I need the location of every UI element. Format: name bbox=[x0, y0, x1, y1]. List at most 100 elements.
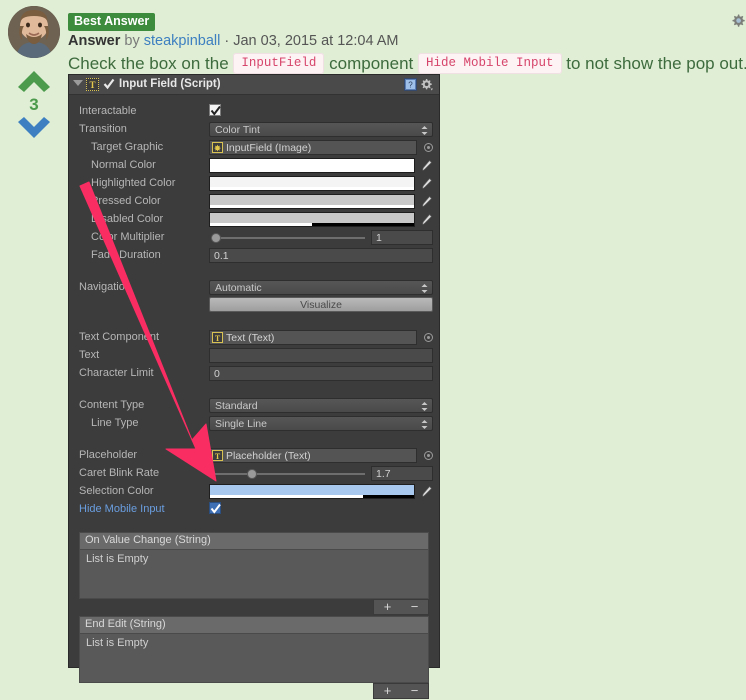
field-text bbox=[209, 348, 433, 362]
character-limit-input[interactable]: 0 bbox=[209, 366, 433, 381]
add-event-button[interactable]: + bbox=[374, 600, 401, 614]
eyedropper-icon[interactable] bbox=[420, 213, 433, 226]
interactable-checkbox[interactable] bbox=[209, 104, 221, 116]
eyedropper-icon[interactable] bbox=[420, 195, 433, 208]
byline-by: by bbox=[120, 33, 143, 49]
label-transition: Transition bbox=[79, 123, 127, 136]
event-list-footer: + − bbox=[79, 599, 429, 616]
pressed-color-swatch[interactable] bbox=[209, 194, 415, 209]
line-type-dropdown[interactable]: Single Line bbox=[209, 416, 433, 431]
gear-icon[interactable] bbox=[420, 78, 434, 91]
text-component-object-field[interactable]: T Text (Text) bbox=[209, 330, 417, 345]
color-multiplier-slider[interactable]: 1 bbox=[209, 230, 433, 245]
caret-blink-rate-value: 1.7 bbox=[376, 468, 391, 481]
highlighted-color-swatch[interactable] bbox=[209, 176, 415, 191]
label-interactable: Interactable bbox=[79, 105, 136, 118]
target-graphic-select-icon[interactable] bbox=[424, 143, 433, 152]
field-line-type: Single Line bbox=[209, 416, 433, 430]
foldout-triangle-icon[interactable] bbox=[73, 80, 83, 86]
fade-duration-value: 0.1 bbox=[214, 250, 229, 263]
slider-handle[interactable] bbox=[247, 469, 257, 479]
vote-column: 3 bbox=[10, 68, 58, 141]
spacer bbox=[69, 389, 439, 396]
answer-body-text: Check the box on the InputField componen… bbox=[68, 53, 746, 74]
visualize-button[interactable]: Visualize bbox=[209, 297, 433, 312]
selection-color-swatch[interactable] bbox=[209, 484, 415, 499]
spacer bbox=[69, 264, 439, 271]
normal-color-swatch[interactable] bbox=[209, 158, 415, 173]
placeholder-select-icon[interactable] bbox=[424, 451, 433, 460]
field-highlighted-color bbox=[209, 176, 433, 190]
field-interactable bbox=[209, 104, 433, 118]
swatch-alpha-bar bbox=[210, 495, 363, 498]
field-selection-color bbox=[209, 484, 433, 498]
author-link[interactable]: steakpinball bbox=[144, 33, 221, 49]
label-text: Text bbox=[79, 349, 99, 362]
placeholder-object-field[interactable]: T Placeholder (Text) bbox=[209, 448, 417, 463]
target-graphic-value: InputField (Image) bbox=[226, 142, 311, 155]
image-icon: ✸ bbox=[212, 142, 223, 153]
label-pressed-color: Pressed Color bbox=[91, 195, 161, 208]
label-character-limit: Character Limit bbox=[79, 367, 154, 380]
color-multiplier-value: 1 bbox=[376, 232, 382, 245]
component-header[interactable]: T Input Field (Script) ? bbox=[69, 75, 439, 95]
add-event-button[interactable]: + bbox=[374, 684, 401, 698]
label-content-type: Content Type bbox=[79, 399, 144, 412]
gear-icon[interactable] bbox=[730, 13, 746, 29]
label-hide-mobile-input: Hide Mobile Input bbox=[79, 503, 165, 516]
event-list-body[interactable]: List is Empty bbox=[79, 633, 429, 683]
field-fade-duration: 0.1 bbox=[209, 248, 433, 262]
field-disabled-color bbox=[209, 212, 433, 226]
text-icon: T bbox=[212, 332, 223, 343]
help-book-icon[interactable]: ? bbox=[404, 78, 417, 91]
swatch-alpha-bar bbox=[210, 205, 414, 208]
component-enabled-checkbox[interactable] bbox=[103, 78, 115, 90]
label-placeholder: Placeholder bbox=[79, 449, 137, 462]
fade-duration-input[interactable]: 0.1 bbox=[209, 248, 433, 263]
disabled-color-swatch[interactable] bbox=[209, 212, 415, 227]
eyedropper-icon[interactable] bbox=[420, 159, 433, 172]
row-color-multiplier: Color Multiplier 1 bbox=[69, 228, 439, 246]
answer-byline: Answer by steakpinball · Jan 03, 2015 at… bbox=[68, 33, 399, 50]
event-list-empty-text: List is Empty bbox=[86, 553, 148, 566]
swatch-fill bbox=[210, 177, 414, 187]
color-multiplier-numberbox[interactable]: 1 bbox=[371, 230, 433, 245]
field-hide-mobile-input bbox=[209, 502, 433, 516]
caret-blink-rate-numberbox[interactable]: 1.7 bbox=[371, 466, 433, 481]
byline-separator: · bbox=[220, 33, 233, 49]
field-content-type: Standard bbox=[209, 398, 433, 412]
dropdown-arrows-icon bbox=[421, 420, 428, 429]
content-type-dropdown[interactable]: Standard bbox=[209, 398, 433, 413]
caret-blink-rate-slider[interactable]: 1.7 bbox=[209, 466, 433, 481]
navigation-dropdown[interactable]: Automatic bbox=[209, 280, 433, 295]
remove-event-button[interactable]: − bbox=[401, 684, 428, 698]
remove-event-button[interactable]: − bbox=[401, 600, 428, 614]
event-list-body[interactable]: List is Empty bbox=[79, 549, 429, 599]
event-list-end-edit: End Edit (String) List is Empty + − bbox=[79, 616, 429, 700]
row-visualize: Visualize bbox=[69, 296, 439, 314]
eyedropper-icon[interactable] bbox=[420, 485, 433, 498]
hide-mobile-input-checkbox[interactable] bbox=[209, 502, 221, 514]
slider-handle[interactable] bbox=[211, 233, 221, 243]
eyedropper-icon[interactable] bbox=[420, 177, 433, 190]
spacer bbox=[69, 439, 439, 446]
spacer bbox=[69, 518, 439, 525]
target-graphic-object-field[interactable]: ✸ InputField (Image) bbox=[209, 140, 417, 155]
row-caret-blink-rate: Caret Blink Rate 1.7 bbox=[69, 464, 439, 482]
code-hide-mobile-input: Hide Mobile Input bbox=[418, 53, 562, 74]
avatar[interactable] bbox=[8, 6, 60, 58]
text-input[interactable] bbox=[209, 348, 433, 363]
character-limit-value: 0 bbox=[214, 368, 220, 381]
upvote-button[interactable] bbox=[14, 68, 54, 94]
text-component-select-icon[interactable] bbox=[424, 333, 433, 342]
row-normal-color: Normal Color bbox=[69, 156, 439, 174]
downvote-button[interactable] bbox=[14, 115, 54, 141]
event-list-title: End Edit (String) bbox=[85, 618, 166, 631]
best-answer-badge: Best Answer bbox=[68, 13, 155, 31]
body-text-part3: to not show the pop out. bbox=[562, 54, 746, 73]
label-line-type: Line Type bbox=[91, 417, 139, 430]
label-target-graphic: Target Graphic bbox=[91, 141, 163, 154]
transition-dropdown[interactable]: Color Tint bbox=[209, 122, 433, 137]
row-placeholder: Placeholder T Placeholder (Text) bbox=[69, 446, 439, 464]
row-disabled-color: Disabled Color bbox=[69, 210, 439, 228]
